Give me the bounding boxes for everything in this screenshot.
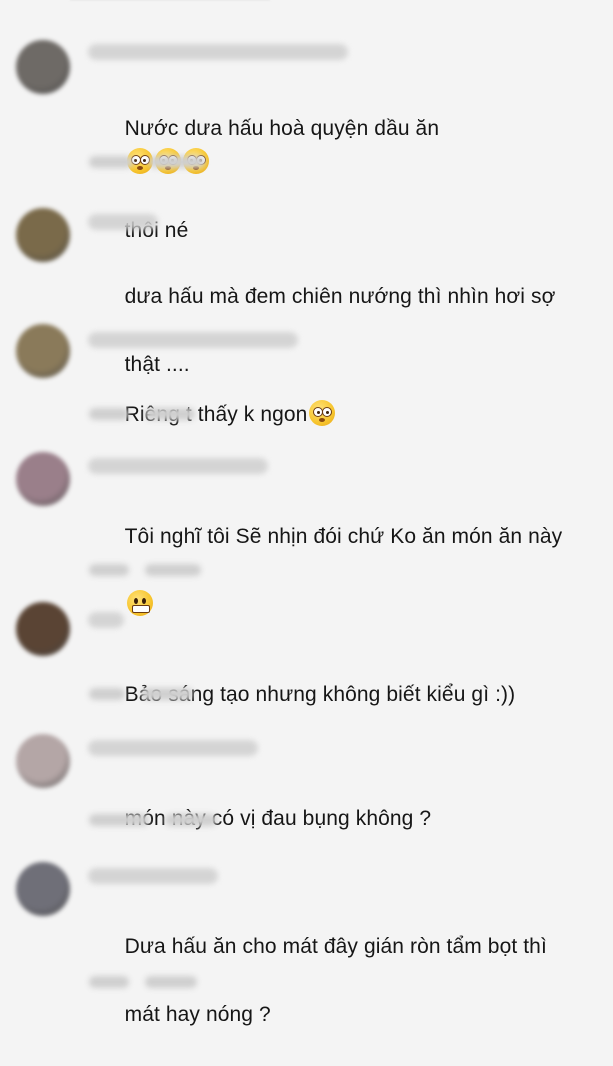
reply-button-blurred[interactable] [145,564,201,576]
comment-meta-blurred [89,408,195,422]
comment-line: dưa hấu mà đem chiên nướng thì nhìn hơi … [124,285,556,308]
grimacing-face-icon [126,590,153,616]
comment-list: Nước dưa hấu hoà quyện dầu ăn thôi né dư… [0,0,613,1026]
avatar[interactable] [16,208,70,262]
timestamp-blurred [89,564,129,576]
comment-meta-blurred [89,156,205,170]
timestamp-blurred [89,814,149,826]
comment-meta-blurred [89,976,197,990]
comment-line: Dưa hấu ăn cho mát đây gián ròn tẩm bọt … [124,935,547,958]
timestamp-blurred [89,688,125,700]
reply-button-blurred[interactable] [145,408,195,420]
avatar[interactable] [16,862,70,916]
username-blurred[interactable] [88,214,158,230]
username-blurred[interactable] [88,44,348,60]
comment-line: mát hay nóng ? [124,1003,271,1026]
avatar[interactable] [16,734,70,788]
comment-meta-blurred [89,688,193,702]
reply-button-blurred[interactable] [165,814,217,826]
timestamp-blurred [89,156,133,168]
flushed-face-icon [309,400,336,426]
comment-line: Nước dưa hấu hoà quyện dầu ăn [124,117,440,140]
username-blurred[interactable] [88,612,124,628]
timestamp-blurred [89,408,129,420]
avatar[interactable] [16,452,70,506]
reply-button-blurred[interactable] [141,688,193,700]
reply-button-blurred[interactable] [145,976,197,988]
username-blurred[interactable] [88,332,298,348]
username-blurred[interactable] [88,458,268,474]
avatar[interactable] [16,602,70,656]
comment-line: Tôi nghĩ tôi Sẽ nhịn đói chứ Ko ăn món ă… [124,525,563,548]
avatar[interactable] [16,324,70,378]
timestamp-blurred [89,976,129,988]
comment-meta-blurred [89,564,201,578]
comment-meta-blurred [89,814,217,828]
username-blurred[interactable] [88,740,258,756]
avatar[interactable] [16,40,70,94]
username-blurred[interactable] [88,868,218,884]
reply-button-blurred[interactable] [149,156,205,168]
